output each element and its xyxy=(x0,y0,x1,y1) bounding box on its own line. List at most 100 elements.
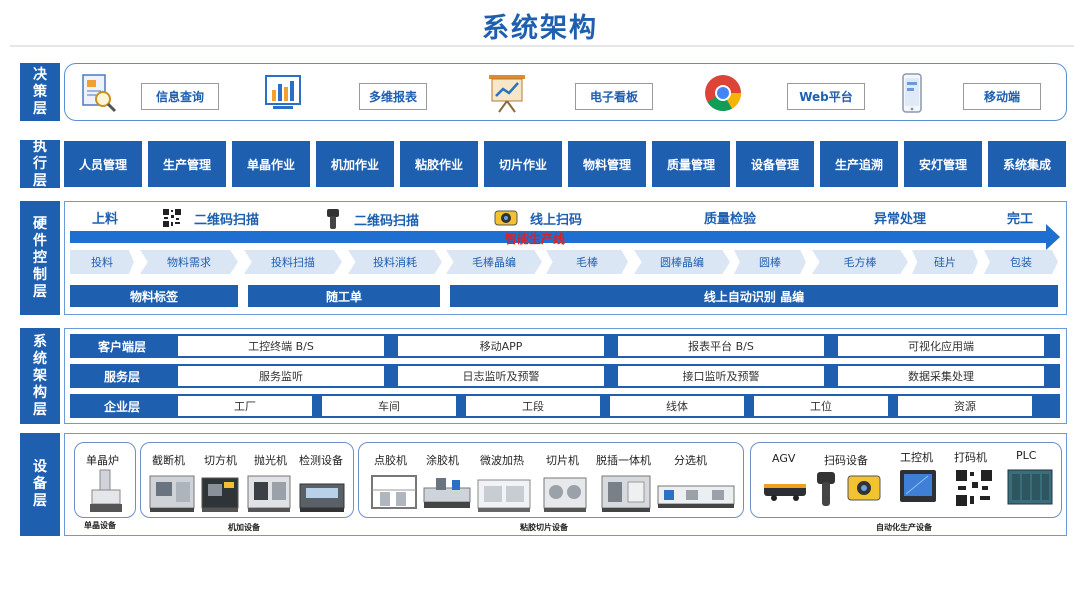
architecture-cell: 资源 xyxy=(898,396,1032,416)
barcode-reader-icon xyxy=(494,208,518,228)
layer-label-architecture: 系统架构层 xyxy=(20,328,60,424)
execution-item[interactable]: 质量管理 xyxy=(652,141,730,187)
group-name-glue-slicing: 粘胶切片设备 xyxy=(520,523,568,532)
process-step: 毛棒晶编 xyxy=(446,250,542,274)
barcode-printer-qr-image xyxy=(954,468,994,508)
degumming-machine-image xyxy=(601,475,651,512)
stage-qr-scan-2: 二维码扫描 xyxy=(326,208,419,230)
architecture-cell: 工控终端 B/S xyxy=(178,336,384,356)
slicing-machine-image xyxy=(543,477,587,512)
agv-image xyxy=(764,484,806,501)
equipment-name: AGV xyxy=(772,452,796,465)
equipment-name: 抛光机 xyxy=(254,454,287,467)
layer-label-hardware: 硬件控制层 xyxy=(20,201,60,315)
architecture-cell: 工段 xyxy=(466,396,600,416)
industrial-pc-image xyxy=(900,470,936,502)
execution-item[interactable]: 生产管理 xyxy=(148,141,226,187)
stage-feeding: 上料 xyxy=(92,212,119,227)
execution-item[interactable]: 人员管理 xyxy=(64,141,142,187)
title-divider xyxy=(10,45,1074,47)
document-search-icon xyxy=(79,72,119,114)
execution-item[interactable]: 机加作业 xyxy=(316,141,394,187)
architecture-cell: 报表平台 B/S xyxy=(618,336,824,356)
stage-online-scan: 线上扫码 xyxy=(494,208,582,228)
execution-item[interactable]: 单晶作业 xyxy=(232,141,310,187)
architecture-cell: 线体 xyxy=(610,396,744,416)
equipment-name: 工控机 xyxy=(900,451,933,464)
process-step: 毛方棒 xyxy=(812,250,908,274)
layer-label-execution: 执行层 xyxy=(20,139,60,189)
architecture-cell: 日志监听及预警 xyxy=(398,366,604,386)
process-step: 物料需求 xyxy=(140,250,238,274)
execution-item[interactable]: 设备管理 xyxy=(736,141,814,187)
architecture-cell: 数据采集处理 xyxy=(838,366,1044,386)
execution-item[interactable]: 粘胶作业 xyxy=(400,141,478,187)
cutting-machine-image xyxy=(149,475,195,512)
inspection-device-image xyxy=(299,483,345,512)
crystal-furnace-image xyxy=(90,469,122,512)
handheld-scanner-icon xyxy=(326,208,340,230)
equipment-name: 切片机 xyxy=(546,454,579,467)
layer-label-decision: 决策层 xyxy=(20,63,60,121)
plc-image xyxy=(1007,469,1053,505)
process-step: 硅片 xyxy=(912,250,978,274)
production-line-label: 智能生产线 xyxy=(505,232,566,246)
architecture-cell: 车间 xyxy=(322,396,456,416)
group-name-machining: 机加设备 xyxy=(228,523,260,532)
decision-item-reports[interactable]: 多维报表 xyxy=(359,83,427,110)
group-name-monocrystal: 单晶设备 xyxy=(84,521,116,530)
architecture-row-label: 企业层 xyxy=(103,399,140,414)
group-name-automation: 自动化生产设备 xyxy=(876,523,932,532)
equipment-name: 切方机 xyxy=(204,454,237,467)
decision-item-dashboard[interactable]: 电子看板 xyxy=(575,83,653,110)
equipment-name: PLC xyxy=(1016,449,1037,462)
equipment-name: 脱插一体机 xyxy=(596,454,651,467)
bar-work-order: 随工单 xyxy=(248,285,440,307)
equipment-name: 检测设备 xyxy=(299,454,343,467)
process-step: 投料消耗 xyxy=(348,250,442,274)
architecture-cell: 移动APP xyxy=(398,336,604,356)
process-step: 投料扫描 xyxy=(244,250,342,274)
execution-item[interactable]: 生产追溯 xyxy=(820,141,898,187)
production-line-arrowhead xyxy=(1046,224,1060,250)
architecture-row-label: 客户端层 xyxy=(97,339,146,354)
process-step: 圆棒晶编 xyxy=(634,250,730,274)
execution-item[interactable]: 切片作业 xyxy=(484,141,562,187)
execution-item[interactable]: 物料管理 xyxy=(568,141,646,187)
execution-item[interactable]: 安灯管理 xyxy=(904,141,982,187)
sorting-machine-image xyxy=(657,485,735,508)
glue-dispenser-image xyxy=(371,475,417,509)
bar-material-label: 物料标签 xyxy=(70,285,238,307)
stage-completed: 完工 xyxy=(1007,212,1034,227)
architecture-cell: 服务监听 xyxy=(178,366,384,386)
process-step: 毛棒 xyxy=(546,250,628,274)
architecture-row: 客户端层 工控终端 B/S 移动APP 报表平台 B/S 可视化应用端 xyxy=(70,334,1060,358)
equipment-name: 微波加热 xyxy=(480,454,524,467)
equipment-name: 单晶炉 xyxy=(86,454,119,467)
architecture-cell: 工厂 xyxy=(178,396,312,416)
equipment-name: 分选机 xyxy=(674,454,707,467)
stage-qr-scan-1: 二维码扫描 xyxy=(162,208,259,228)
polishing-machine-image xyxy=(247,475,291,512)
glue-coating-machine-image xyxy=(423,478,471,508)
architecture-row: 企业层 工厂 车间 工段 线体 工位 资源 xyxy=(70,394,1060,418)
bar-auto-identification: 线上自动识别 晶编 xyxy=(450,285,1058,307)
architecture-row-label: 服务层 xyxy=(103,369,140,384)
squaring-machine-image xyxy=(201,477,239,512)
page-title: 系统架构 xyxy=(482,13,598,44)
presentation-board-icon xyxy=(487,72,527,114)
decision-item-web-platform[interactable]: Web平台 xyxy=(787,83,865,110)
process-step: 包装 xyxy=(984,250,1058,274)
architecture-cell: 接口监听及预警 xyxy=(618,366,824,386)
layer-label-equipment: 设备层 xyxy=(20,433,60,536)
mobile-phone-icon xyxy=(897,72,927,114)
decision-item-info-query[interactable]: 信息查询 xyxy=(141,83,219,110)
equipment-name: 点胶机 xyxy=(374,454,407,467)
equipment-name: 打码机 xyxy=(954,451,987,464)
equipment-name: 涂胶机 xyxy=(426,454,459,467)
decision-item-mobile[interactable]: 移动端 xyxy=(963,83,1041,110)
microwave-heating-image xyxy=(477,479,531,512)
execution-item[interactable]: 系统集成 xyxy=(988,141,1066,187)
bar-chart-icon xyxy=(263,72,303,114)
chrome-browser-icon xyxy=(703,72,743,114)
